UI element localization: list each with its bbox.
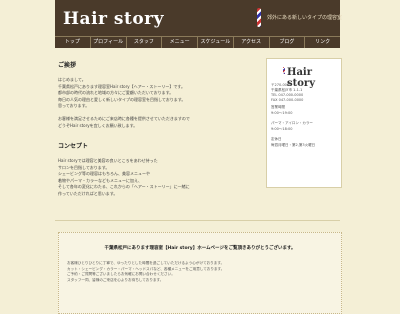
holiday-label: 定休日 — [271, 137, 282, 141]
greeting-body: はじめまして。 千葉県松戸にあります理容室Hair story【ヘアー・ストーリ… — [58, 77, 190, 128]
nav-item-access[interactable]: アクセス — [234, 37, 270, 48]
hours-label: 営業時間 — [271, 105, 285, 109]
holiday-value: 毎週月曜日・第2,第3火曜日 — [271, 143, 316, 147]
divider — [55, 220, 340, 221]
notice-box: 千葉県松戸にあります理容室【Hair story】ホームページをご覧頂きありがと… — [58, 232, 342, 314]
nav-item-schedule[interactable]: スケジュール — [198, 37, 234, 48]
barber-pole-icon-small — [283, 67, 285, 74]
menu-label: パーマ・アイロン・カラー — [271, 121, 313, 125]
site-header: Hair story 郊外にある新しいタイプの理容室 — [55, 0, 343, 36]
menu-time: 9:00〜18:00 — [271, 127, 293, 131]
hours-value: 9:00〜19:00 — [271, 111, 293, 115]
nav-item-menu[interactable]: メニュー — [162, 37, 198, 48]
nav-item-staff[interactable]: スタッフ — [127, 37, 163, 48]
barber-pole-icon — [257, 8, 261, 27]
site-tagline: 郊外にある新しいタイプの理容室 — [267, 15, 343, 21]
sidebar-logo: Hair story — [271, 63, 337, 89]
nav-item-links[interactable]: リンク — [305, 37, 340, 48]
main-nav: トップ プロフィール スタッフ メニュー スケジュール アクセス ブログ リンク — [55, 36, 340, 48]
notice-body: お客様ひとりひとりに丁寧で、ゆったりとした時間を過ごしていただけるよう心がけてお… — [67, 261, 225, 282]
concept-body: Hair storyでは理容と美容の良いところをあわせ持った サロンを目指してお… — [58, 158, 190, 196]
shop-info-sidebar: Hair story 〒270-0000 千葉県松戸市 1-1-1 TEL 04… — [266, 58, 342, 188]
main-content: ご挨拶 はじめまして。 千葉県松戸にあります理容室Hair story【ヘアー・… — [58, 60, 258, 203]
nav-item-blog[interactable]: ブログ — [270, 37, 306, 48]
nav-item-profile[interactable]: プロフィール — [91, 37, 127, 48]
notice-title: 千葉県松戸にあります理容室【Hair story】ホームページをご覧頂きありがと… — [104, 246, 296, 251]
concept-title: コンセプト — [58, 143, 89, 150]
site-logo[interactable]: Hair story — [63, 9, 164, 29]
greeting-title: ご挨拶 — [58, 62, 77, 69]
nav-item-top[interactable]: トップ — [55, 37, 91, 48]
shop-address: 〒270-0000 千葉県松戸市 1-1-1 TEL 047-000-0000 … — [271, 83, 304, 102]
